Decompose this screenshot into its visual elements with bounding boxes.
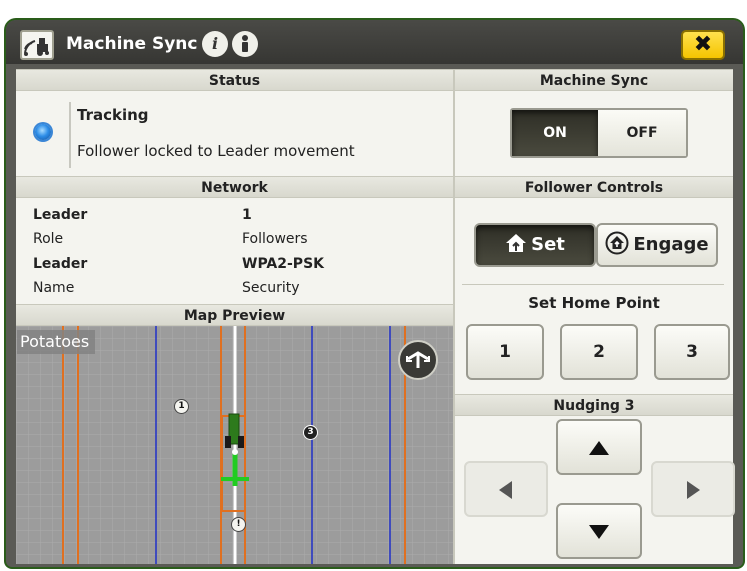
arrow-down-icon (589, 525, 609, 539)
field-name-label: Potatoes (17, 330, 95, 354)
network-security-label: Security (242, 280, 300, 296)
info-person-icon (242, 35, 248, 52)
window-title: Machine Sync (66, 34, 198, 54)
nudge-left-button[interactable] (464, 461, 548, 517)
network-header: Network (16, 176, 453, 198)
engage-button[interactable]: Engage (596, 223, 718, 267)
set-home-icon (506, 234, 527, 252)
controls-divider (462, 284, 724, 285)
set-button-label: Set (531, 234, 565, 255)
nudging-header: Nudging 3 (455, 394, 733, 416)
home-point-2-button[interactable]: 2 (560, 324, 638, 380)
set-button[interactable]: Set (474, 223, 596, 267)
map-marker-3[interactable]: 3 (303, 425, 318, 440)
status-message: Follower locked to Leader movement (77, 142, 355, 160)
home-point-1-button[interactable]: 1 (466, 324, 544, 380)
network-name-label: Name (33, 280, 75, 296)
machine-sync-header: Machine Sync (455, 69, 733, 91)
home-point-title: Set Home Point (528, 294, 660, 312)
swap-view-button[interactable] (398, 340, 438, 380)
nudge-right-button[interactable] (651, 461, 735, 517)
swap-arrows-icon (406, 351, 430, 368)
info-icon[interactable]: i (202, 31, 228, 57)
machine-sync-toggle[interactable]: ON OFF (510, 108, 688, 158)
network-followers-value: Followers (242, 231, 308, 247)
status-header: Status (16, 69, 453, 91)
toggle-off-option[interactable]: OFF (598, 110, 686, 156)
map-marker-alert[interactable]: ! (231, 517, 246, 532)
arrow-left-icon (499, 481, 512, 499)
close-button[interactable]: ✖ (681, 30, 725, 60)
network-role-label: Role (33, 231, 64, 247)
alt-info-icon[interactable] (232, 31, 258, 57)
arrow-up-icon (589, 441, 609, 455)
map-marker-1[interactable]: 1 (174, 399, 189, 414)
network-leader-role-value: 1 (242, 207, 252, 223)
network-security-value: WPA2-PSK (242, 256, 324, 272)
map-preview-header: Map Preview (16, 304, 453, 326)
status-indicator-icon (35, 124, 51, 140)
nudge-down-button[interactable] (556, 503, 642, 559)
follower-controls-header: Follower Controls (455, 176, 733, 198)
nudge-up-button[interactable] (556, 419, 642, 475)
engage-button-label: Engage (633, 234, 709, 255)
network-leader-role-label: Leader (33, 207, 88, 223)
network-leader-name-label: Leader (33, 256, 88, 272)
home-point-3-button[interactable]: 3 (654, 324, 730, 380)
engage-home-icon (605, 231, 629, 255)
toggle-on-option[interactable]: ON (512, 110, 598, 156)
arrow-right-icon (687, 481, 700, 499)
machine-sync-app-icon (20, 30, 54, 60)
column-divider (453, 69, 455, 564)
status-divider (69, 102, 71, 168)
status-state: Tracking (77, 106, 149, 124)
